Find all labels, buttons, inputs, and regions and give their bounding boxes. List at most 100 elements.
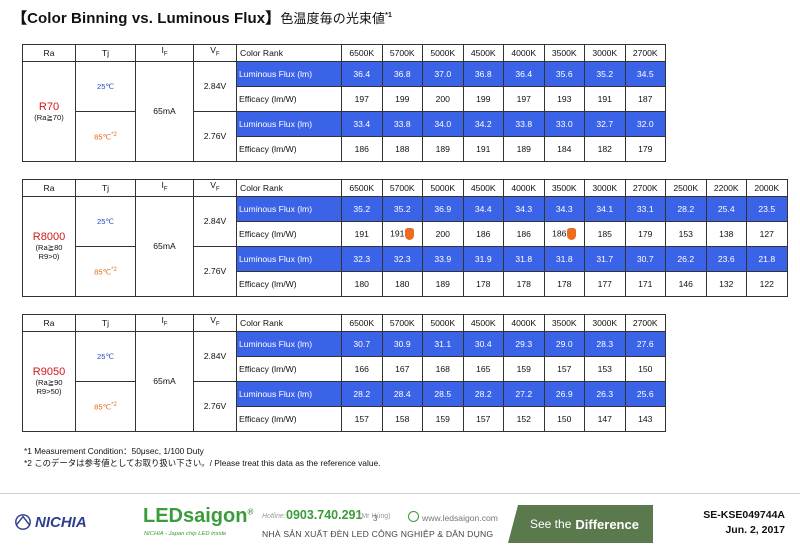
flux-value: 34.3 xyxy=(543,196,585,222)
cell-value: 28.2 xyxy=(474,388,492,399)
efficacy-value: 182 xyxy=(584,136,626,162)
cell-value: 28.4 xyxy=(393,388,411,399)
efficacy-value: 197 xyxy=(503,86,545,112)
slogan-see: See the xyxy=(530,517,572,531)
cell-value: 28.3 xyxy=(596,338,614,349)
cell-value: 36.4 xyxy=(353,68,371,79)
rank-column-header: 2700K xyxy=(624,314,666,332)
efficacy-value: 122 xyxy=(746,271,788,297)
rank-column-header: 3000K xyxy=(584,179,626,197)
tj-25c: 25℃ xyxy=(75,331,136,382)
cell-value: 182 xyxy=(597,143,612,154)
cell-value: 189 xyxy=(435,278,450,289)
cell-value: 150 xyxy=(638,363,653,374)
rank-column-header: 4500K xyxy=(462,179,504,197)
slogan-difference: Difference xyxy=(575,516,639,532)
tj-header: Tj xyxy=(75,179,136,197)
cell-value: 26.9 xyxy=(555,388,573,399)
ra-note: (Ra≧70) xyxy=(34,112,64,122)
flux-value: 34.4 xyxy=(462,196,504,222)
cell-value: 179 xyxy=(638,143,653,154)
r8000-binning-table: Ra Tj IF VF Color Rank 6500K 5700K 5000K 4500K 40… xyxy=(22,179,788,297)
flux-value: 23.6 xyxy=(705,246,747,272)
if-header: IF xyxy=(135,44,194,62)
cell-value: 29.3 xyxy=(515,338,533,349)
orange-marker-icon xyxy=(405,228,415,240)
tj-footnote-ref: *2 xyxy=(111,267,117,274)
vf-header: VF xyxy=(193,179,237,197)
efficacy-value: 180 xyxy=(381,271,423,297)
flux-value: 27.2 xyxy=(503,381,545,407)
flux-value: 35.2 xyxy=(584,61,626,87)
cell-value: 31.7 xyxy=(596,253,614,264)
ra-cell: R70 (Ra≧70) xyxy=(22,61,76,162)
cell-value: 34.0 xyxy=(434,118,452,129)
footnote-2: *2 このデータは参考値としてお取り扱い下さい。/ Please treat t… xyxy=(24,458,381,468)
cell-value: 180 xyxy=(395,278,410,289)
flux-value: 28.2 xyxy=(462,381,504,407)
ra-note: (Ra≧90 xyxy=(35,378,63,387)
title-sub: 色温度毎の光束値 xyxy=(280,11,386,26)
efficacy-value: 200 xyxy=(422,221,464,247)
nichia-logo: NICHIA xyxy=(14,513,87,531)
tj-header: Tj xyxy=(75,44,136,62)
hotline-number[interactable]: 0903.740.291 xyxy=(286,508,362,522)
efficacy-value: 188 xyxy=(381,136,423,162)
flux-value: 34.1 xyxy=(584,196,626,222)
vf-85c: 2.76V xyxy=(193,246,237,297)
cell-value: 178 xyxy=(557,278,572,289)
efficacy-value: 189 xyxy=(503,136,545,162)
tj-value: 25℃ xyxy=(97,82,114,91)
rank-column-header: 6500K xyxy=(341,314,383,332)
cell-value: 179 xyxy=(638,228,653,239)
nichia-mark-icon xyxy=(15,514,31,530)
vf-subscript: F xyxy=(216,321,220,328)
cell-value: 34.3 xyxy=(555,203,573,214)
flux-value: 33.8 xyxy=(503,111,545,137)
cell-value: 189 xyxy=(516,143,531,154)
color-rank-header: Color Rank xyxy=(236,179,342,197)
efficacy-value: 159 xyxy=(503,356,545,382)
cell-value: 132 xyxy=(719,278,734,289)
efficacy-value: 152 xyxy=(503,406,545,432)
vf-25c: 2.84V xyxy=(193,331,237,382)
cell-value: 34.1 xyxy=(596,203,614,214)
efficacy-value: 191 xyxy=(381,221,423,247)
cell-value: 138 xyxy=(719,228,734,239)
vf-25c: 2.84V xyxy=(193,61,237,112)
flux-value: 32.3 xyxy=(381,246,423,272)
flux-value: 33.8 xyxy=(381,111,423,137)
cell-value: 36.8 xyxy=(393,68,411,79)
efficacy-value: 150 xyxy=(624,356,666,382)
cell-value: 186 xyxy=(552,228,567,239)
cell-value: 189 xyxy=(435,143,450,154)
cell-value: 29.0 xyxy=(555,338,573,349)
efficacy-value: 180 xyxy=(341,271,383,297)
efficacy-value: 199 xyxy=(462,86,504,112)
efficacy-value: 193 xyxy=(543,86,585,112)
rank-column-header: 3500K xyxy=(543,314,585,332)
efficacy-value: 189 xyxy=(422,136,464,162)
cell-value: 166 xyxy=(354,363,369,374)
cell-value: 177 xyxy=(597,278,612,289)
efficacy-value: 178 xyxy=(462,271,504,297)
cell-value: 178 xyxy=(476,278,491,289)
cell-value: 159 xyxy=(435,413,450,424)
efficacy-value: 153 xyxy=(584,356,626,382)
website-link[interactable]: www.ledsaigon.com xyxy=(422,513,498,523)
rank-column-header: 4500K xyxy=(462,44,504,62)
cell-value: 32.7 xyxy=(596,118,614,129)
rank-column-header: 4000K xyxy=(503,44,545,62)
cell-value: 27.2 xyxy=(515,388,533,399)
cell-value: 153 xyxy=(678,228,693,239)
cell-value: 34.4 xyxy=(474,203,492,214)
ra-cell: R9050 (Ra≧90 R9>50) xyxy=(22,331,76,432)
cell-value: 26.3 xyxy=(596,388,614,399)
tj-footnote-ref: *2 xyxy=(111,132,117,139)
flux-value: 31.7 xyxy=(584,246,626,272)
rank-column-header: 6500K xyxy=(341,44,383,62)
efficacy-value: 167 xyxy=(381,356,423,382)
efficacy-value: 186 xyxy=(543,221,585,247)
rank-column-header: 4000K xyxy=(503,179,545,197)
orange-marker-icon xyxy=(567,228,577,240)
